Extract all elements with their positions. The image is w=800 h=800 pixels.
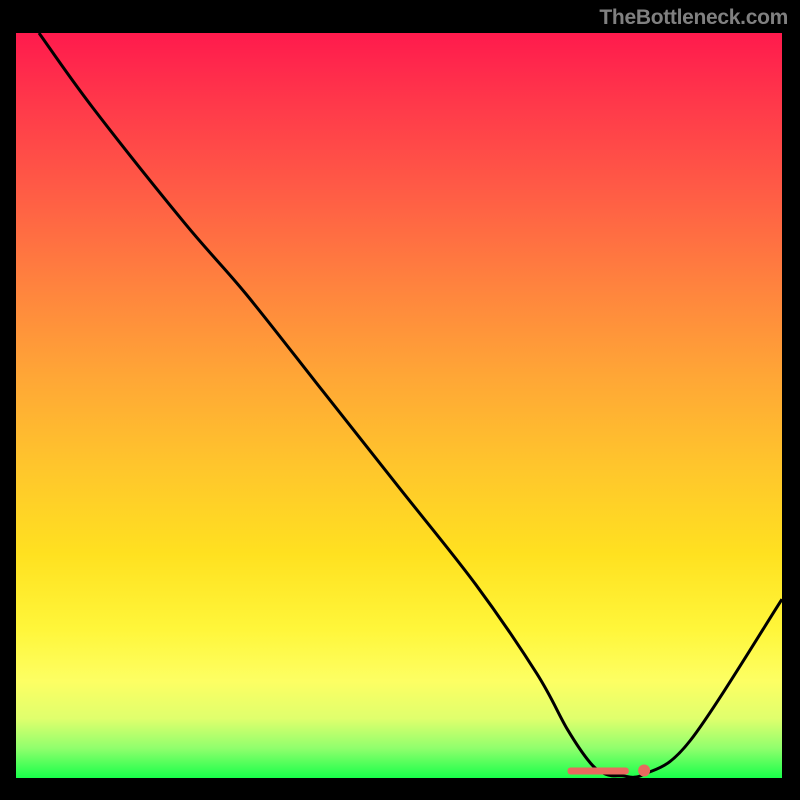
chart-marker-bar bbox=[568, 768, 629, 775]
plot-area bbox=[16, 33, 782, 778]
chart-curve bbox=[39, 33, 782, 777]
watermark-text: TheBottleneck.com bbox=[599, 6, 788, 30]
chart-marker-point bbox=[638, 765, 650, 777]
chart-svg bbox=[16, 33, 782, 778]
